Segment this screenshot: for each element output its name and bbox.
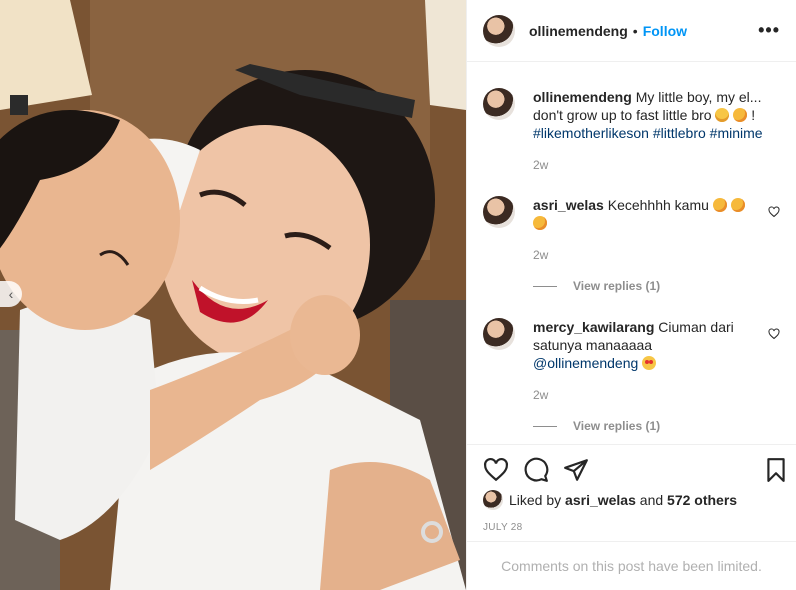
caption-trailing: ! (751, 107, 756, 123)
kissing-emoji-icon (712, 198, 727, 212)
photo-illustration (0, 0, 466, 590)
view-replies-button[interactable]: View replies (1) (533, 419, 660, 433)
grinning-emoji-icon (715, 108, 730, 122)
kissing-emoji-icon (730, 198, 745, 212)
comment-username[interactable]: mercy_kawilarang (533, 319, 654, 335)
kissing-emoji-icon (733, 108, 748, 122)
hashtag-link[interactable]: #littlebro (653, 125, 706, 141)
comment-bubble-icon[interactable] (523, 457, 549, 483)
mention-link[interactable]: @ollinemendeng (533, 355, 638, 371)
action-bar (467, 444, 796, 494)
separator-dot: • (632, 22, 638, 39)
header-username[interactable]: ollinemendeng (529, 23, 628, 39)
share-paper-plane-icon[interactable] (563, 457, 589, 483)
post-side-panel: ollinemendeng • Follow ••• ollinemendeng… (466, 0, 796, 590)
liked-by-user[interactable]: asri_welas (565, 492, 636, 508)
follow-button[interactable]: Follow (643, 23, 687, 39)
likes-summary[interactable]: Liked by asri_welas and 572 others (483, 490, 737, 510)
comments-limited-notice: Comments on this post have been limited. (467, 541, 796, 590)
divider (533, 425, 557, 427)
comment-age[interactable]: 2w (533, 386, 780, 404)
liked-by-prefix: Liked by (509, 492, 562, 508)
comment-age[interactable]: 2w (533, 246, 780, 264)
divider (533, 285, 557, 287)
hashtag-link[interactable]: #likemotherlikeson (533, 125, 649, 141)
kissing-emoji-icon (533, 216, 547, 230)
like-heart-icon[interactable] (483, 457, 509, 483)
caption-username[interactable]: ollinemendeng (533, 89, 632, 105)
caption: ollinemendeng My little boy, my el... do… (483, 88, 780, 174)
comment-item: mercy_kawilarang Ciuman dari satunya man… (483, 318, 780, 404)
hashtag-link[interactable]: #minime (710, 125, 763, 141)
more-options-icon[interactable]: ••• (758, 20, 780, 41)
avatar (483, 490, 503, 510)
avatar[interactable] (483, 88, 515, 120)
comment-username[interactable]: asri_welas (533, 197, 604, 213)
like-comment-heart-icon[interactable] (768, 206, 780, 218)
comment-item: asri_welas Kecehhhh kamu 2w (483, 196, 780, 264)
avatar[interactable] (483, 196, 515, 228)
caption-age[interactable]: 2w (533, 156, 780, 174)
liked-by-others[interactable]: 572 others (667, 492, 737, 508)
avatar[interactable] (483, 14, 515, 47)
view-replies-label: View replies (1) (573, 419, 661, 433)
post-date[interactable]: JULY 28 (483, 522, 523, 533)
comment-text: Kecehhhh kamu (607, 197, 709, 213)
comments-list[interactable]: ollinemendeng My little boy, my el... do… (467, 62, 796, 444)
liked-by-and: and (639, 492, 664, 508)
avatar[interactable] (483, 318, 515, 350)
view-replies-label: View replies (1) (573, 279, 661, 293)
post-photo[interactable]: ‹ (0, 0, 466, 590)
view-replies-button[interactable]: View replies (1) (533, 279, 660, 293)
like-comment-heart-icon[interactable] (768, 328, 780, 340)
bookmark-icon[interactable] (763, 457, 789, 483)
heart-eyes-emoji-icon (642, 356, 657, 370)
post-header: ollinemendeng • Follow ••• (467, 0, 796, 62)
